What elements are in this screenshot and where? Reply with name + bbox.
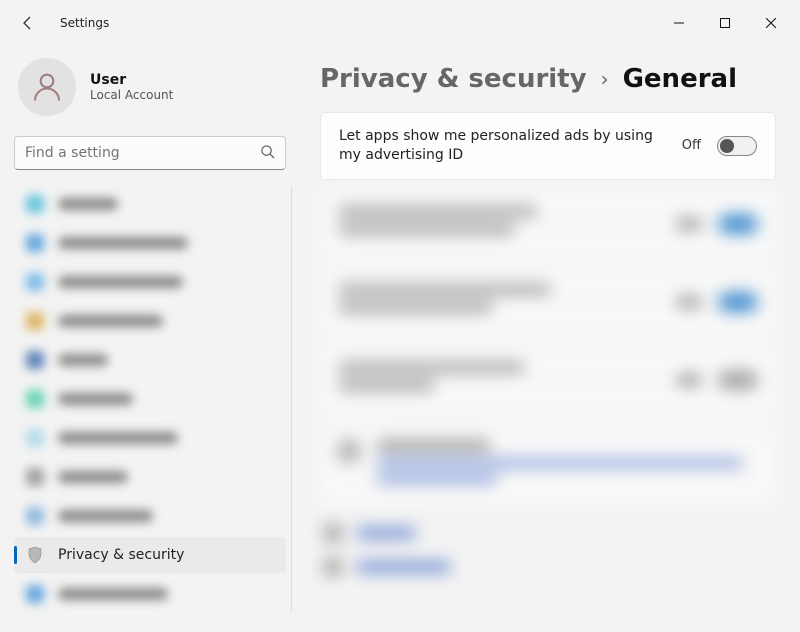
setting-description: Let apps show me personalized ads by usi…	[339, 127, 666, 165]
user-name: User	[90, 72, 173, 88]
maximize-button[interactable]	[702, 8, 748, 38]
main-content: Privacy & security › General Let apps sh…	[300, 46, 800, 632]
nav-item[interactable]	[14, 264, 286, 300]
back-button[interactable]	[18, 13, 38, 33]
breadcrumb-current: General	[623, 64, 737, 94]
user-account-type: Local Account	[90, 88, 173, 102]
nav-item[interactable]	[14, 303, 286, 339]
nav-item[interactable]	[14, 186, 286, 222]
chevron-right-icon: ›	[601, 67, 609, 91]
shield-icon	[26, 546, 44, 564]
close-button[interactable]	[748, 8, 794, 38]
search-icon	[260, 144, 275, 163]
nav-item-privacy-security[interactable]: Privacy & security	[14, 537, 286, 573]
title-bar: Settings	[0, 0, 800, 46]
nav-item[interactable]	[14, 225, 286, 261]
nav-item[interactable]	[14, 420, 286, 456]
nav-item[interactable]	[14, 381, 286, 417]
toggle-switch[interactable]	[717, 136, 757, 156]
search-input[interactable]	[25, 145, 252, 161]
nav-list: Privacy & security	[14, 186, 286, 612]
minimize-button[interactable]	[656, 8, 702, 38]
obscured-settings	[320, 190, 776, 584]
search-box[interactable]	[14, 136, 286, 170]
nav-item[interactable]	[14, 576, 286, 612]
avatar	[18, 58, 76, 116]
sidebar: User Local Account Privacy & security	[0, 46, 300, 632]
user-block[interactable]: User Local Account	[14, 54, 286, 136]
toggle-state-label: Off	[682, 138, 701, 153]
nav-label: Privacy & security	[58, 547, 184, 563]
nav-item[interactable]	[14, 342, 286, 378]
nav-item[interactable]	[14, 498, 286, 534]
window-title: Settings	[60, 16, 109, 30]
nav-item[interactable]	[14, 459, 286, 495]
setting-advertising-id: Let apps show me personalized ads by usi…	[320, 112, 776, 180]
breadcrumb-parent[interactable]: Privacy & security	[320, 64, 587, 94]
breadcrumb: Privacy & security › General	[320, 64, 776, 94]
